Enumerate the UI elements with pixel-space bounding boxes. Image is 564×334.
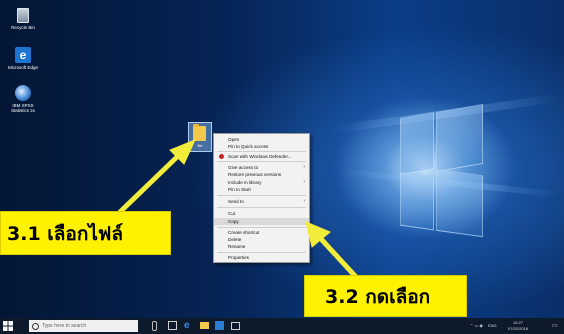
store-icon[interactable] xyxy=(215,321,224,330)
clock[interactable]: 16:27 07/02/2018 xyxy=(508,320,528,332)
language-indicator[interactable]: ENG xyxy=(488,318,497,334)
desktop: Recycle Bin e Microsoft Edge IBM SPSS St… xyxy=(0,0,564,334)
file-explorer-icon[interactable] xyxy=(200,322,209,329)
taskbar: Type here to search e ⌃ ▭ ◉ ENG 16:27 07… xyxy=(0,318,564,334)
search-icon xyxy=(32,323,39,330)
search-placeholder: Type here to search xyxy=(42,323,87,329)
task-view-icon[interactable] xyxy=(168,321,177,330)
taskbar-search-box[interactable]: Type here to search xyxy=(29,320,138,332)
arrow-to-file xyxy=(117,153,181,215)
mail-icon[interactable] xyxy=(231,322,240,330)
clock-date: 07/02/2018 xyxy=(508,326,529,331)
annotation-arrows xyxy=(117,139,359,280)
microphone-icon[interactable] xyxy=(152,321,157,331)
windows-start-icon[interactable] xyxy=(3,321,13,331)
tray-icons[interactable]: ⌃ ▭ ◉ xyxy=(470,318,483,334)
callout-step-1: 3.1 เลือกไฟล์ xyxy=(0,211,171,255)
edge-taskbar-icon[interactable]: e xyxy=(184,321,193,331)
notification-icon[interactable]: ▭ xyxy=(552,318,558,334)
arrow-to-copy xyxy=(319,237,359,280)
callout-step-2: 3.2 กดเลือก xyxy=(304,275,467,317)
